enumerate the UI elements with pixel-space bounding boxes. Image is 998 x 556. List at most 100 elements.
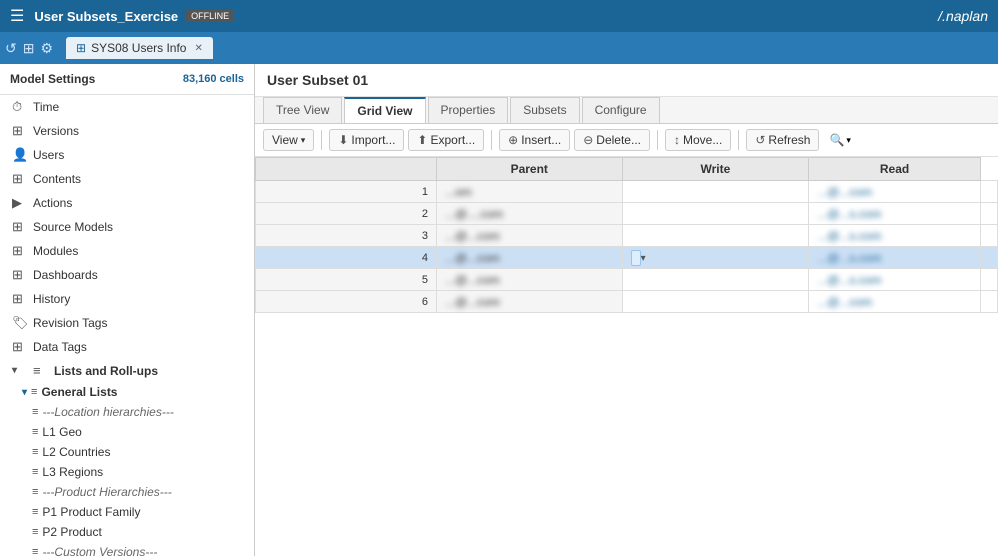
import-icon: ⬇ [338, 133, 348, 147]
dropdown-icon: ▾ [301, 135, 306, 146]
menu-icon[interactable]: ☰ [10, 6, 24, 26]
sidebar-item-label: P1 Product Family [42, 505, 140, 519]
import-button[interactable]: ⬇ Import... [329, 129, 404, 151]
sidebar-item-general-lists[interactable]: ▾ ≡ General Lists [0, 382, 254, 402]
cell-count: 83,160 cells [183, 73, 244, 85]
move-button[interactable]: ↕ Move... [665, 129, 731, 151]
col-header-read: Read [809, 158, 981, 181]
sidebar-item-history[interactable]: ⊞ History [0, 287, 254, 311]
row-label: ...@...com [436, 225, 622, 247]
table-row[interactable]: 2...@....com...@...s.com [256, 203, 998, 225]
list-icon: ≡ [32, 486, 38, 498]
sidebar-item-actions[interactable]: ▶ Actions [0, 191, 254, 215]
page-title: User Subset 01 [267, 72, 368, 88]
row-label: ...@...com [436, 247, 622, 269]
sidebar-title: Model Settings [10, 72, 95, 86]
parent-cell[interactable] [622, 203, 809, 225]
sidebar-item-p2-product[interactable]: ≡ P2 Product [0, 522, 254, 542]
sidebar-item-label: Actions [33, 196, 72, 210]
top-bar: ☰ User Subsets_Exercise OFFLINE /.naplan [0, 0, 998, 32]
table-row[interactable]: 1...om...@...com [256, 181, 998, 203]
sidebar-item-custom-versions[interactable]: ≡ ---Custom Versions--- [0, 542, 254, 556]
sidebar-item-location-hierarchies[interactable]: ≡ ---Location hierarchies--- [0, 402, 254, 422]
dropdown-arrow-icon[interactable]: ▾ [641, 253, 646, 264]
general-lists-icon: ≡ [31, 386, 37, 398]
row-label: ...@...com [436, 269, 622, 291]
sidebar-item-label: Modules [33, 244, 78, 258]
sidebar-item-revision-tags[interactable]: 🏷 Revision Tags [0, 311, 254, 335]
sidebar-item-source-models[interactable]: ⊞ Source Models [0, 215, 254, 239]
list-icon: ≡ [32, 526, 38, 538]
row-number: 1 [256, 181, 437, 203]
sidebar-item-label: ---Product Hierarchies--- [42, 485, 171, 499]
list-icon: ≡ [32, 546, 38, 556]
parent-cell[interactable] [622, 269, 809, 291]
sidebar-item-data-tags[interactable]: ⊞ Data Tags [0, 335, 254, 359]
sidebar-item-users[interactable]: 👤 Users [0, 143, 254, 167]
row-label: ...om [436, 181, 622, 203]
sidebar-item-time[interactable]: ⏱ Time [0, 95, 254, 119]
sidebar-item-dashboards[interactable]: ⊞ Dashboards [0, 263, 254, 287]
sidebar-item-contents[interactable]: ⊞ Contents [0, 167, 254, 191]
sidebar-item-label: Revision Tags [33, 316, 107, 330]
refresh-icon[interactable]: ↺ [5, 40, 17, 57]
sidebar-item-p1-product-family[interactable]: ≡ P1 Product Family [0, 502, 254, 522]
parent-dropdown[interactable] [631, 250, 641, 266]
table-row[interactable]: 6...@...com...@...com [256, 291, 998, 313]
sidebar: Model Settings 83,160 cells ⏱ Time ⊞ Ver… [0, 64, 255, 556]
sidebar-item-modules[interactable]: ⊞ Modules [0, 239, 254, 263]
export-button[interactable]: ⬆ Export... [408, 129, 484, 151]
sidebar-header: Model Settings 83,160 cells [0, 64, 254, 95]
grid-icon[interactable]: ⊞ [23, 40, 35, 57]
tab-grid-view[interactable]: Grid View [344, 97, 425, 123]
parent-cell[interactable] [622, 181, 809, 203]
table-row[interactable]: 3...@...com...@...s.com [256, 225, 998, 247]
time-icon: ⏱ [12, 99, 28, 115]
tab-properties[interactable]: Properties [428, 97, 509, 123]
sidebar-item-label: Contents [33, 172, 81, 186]
sidebar-item-l2-countries[interactable]: ≡ L2 Countries [0, 442, 254, 462]
sidebar-item-product-hierarchies[interactable]: ≡ ---Product Hierarchies--- [0, 482, 254, 502]
list-icon: ≡ [32, 446, 38, 458]
search-button[interactable]: 🔍 ▾ [823, 130, 856, 150]
parent-cell[interactable] [622, 291, 809, 313]
grid-container[interactable]: Parent Write Read 1...om...@...com2...@.… [255, 157, 998, 556]
sidebar-item-label: Versions [33, 124, 79, 138]
tab-subsets[interactable]: Subsets [510, 97, 579, 123]
move-icon: ↕ [674, 133, 680, 147]
row-label: ...@....com [436, 203, 622, 225]
export-icon: ⬆ [417, 133, 427, 147]
sidebar-item-l3-regions[interactable]: ≡ L3 Regions [0, 462, 254, 482]
tab-tree-view[interactable]: Tree View [263, 97, 342, 123]
sidebar-item-label: P2 Product [42, 525, 101, 539]
sidebar-item-label: Lists and Roll-ups [54, 364, 158, 378]
toolbar: View ▾ ⬇ Import... ⬆ Export... ⊕ Insert.… [255, 124, 998, 157]
refresh-button[interactable]: ↺ Refresh [746, 129, 819, 151]
tab-sys08[interactable]: ⊞ SYS08 Users Info ✕ [66, 37, 213, 59]
list-icon: ≡ [32, 426, 38, 438]
revision-tags-icon: 🏷 [12, 315, 28, 331]
sidebar-item-l1-geo[interactable]: ≡ L1 Geo [0, 422, 254, 442]
move-label: Move... [683, 133, 722, 147]
app-title: User Subsets_Exercise [34, 9, 178, 24]
sidebar-item-versions[interactable]: ⊞ Versions [0, 119, 254, 143]
table-row[interactable]: 4...@...com ▾...@...s.com [256, 247, 998, 269]
parent-cell[interactable]: ▾ [622, 247, 809, 269]
settings-icon[interactable]: ⚙ [40, 40, 53, 57]
table-row[interactable]: 5...@...com...@...s.com [256, 269, 998, 291]
parent-cell[interactable] [622, 225, 809, 247]
tab-bar-icons: ↺ ⊞ ⚙ [5, 40, 53, 57]
write-cell: ...@...s.com [809, 269, 981, 291]
sidebar-item-lists-rollups[interactable]: ▾ ≡ Lists and Roll-ups [0, 359, 254, 382]
users-icon: 👤 [12, 147, 28, 163]
tab-close-icon[interactable]: ✕ [194, 43, 202, 54]
delete-button[interactable]: ⊖ Delete... [574, 129, 650, 151]
sidebar-item-label: Data Tags [33, 340, 87, 354]
expand-icon: ▾ [12, 365, 28, 376]
col-header-parent: Parent [436, 158, 622, 181]
insert-button[interactable]: ⊕ Insert... [499, 129, 570, 151]
tab-configure[interactable]: Configure [582, 97, 660, 123]
read-cell [981, 247, 998, 269]
col-header-name [256, 158, 437, 181]
view-button[interactable]: View ▾ [263, 129, 314, 151]
